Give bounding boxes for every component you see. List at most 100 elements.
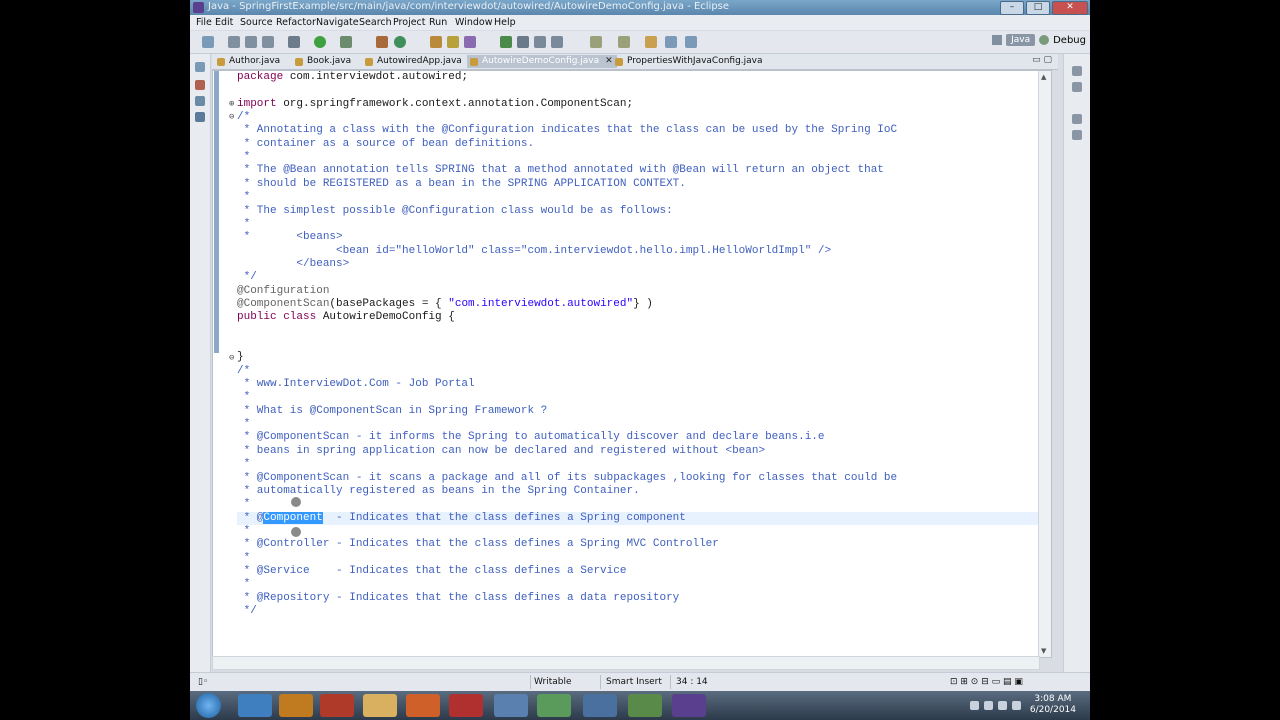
selected-text[interactable]: Component: [263, 511, 323, 524]
code-line[interactable]: [237, 84, 1047, 97]
code-line[interactable]: [237, 325, 1047, 338]
code-line[interactable]: </beans>: [237, 258, 1047, 271]
code-line[interactable]: * <beans>: [237, 231, 1047, 244]
code-line[interactable]: * @Controller - Indicates that the class…: [237, 538, 1047, 551]
code-line[interactable]: /*: [237, 111, 1047, 124]
show-whitespace-icon[interactable]: [534, 36, 546, 48]
code-line[interactable]: *: [237, 578, 1047, 591]
new-class-icon[interactable]: [394, 36, 406, 48]
tray-icon[interactable]: [984, 701, 993, 710]
code-line[interactable]: * should be REGISTERED as a bean in the …: [237, 178, 1047, 191]
outline-icon[interactable]: [1072, 82, 1082, 92]
taskbar-clock[interactable]: 3:08 AM 6/20/2014: [1030, 694, 1076, 716]
code-line[interactable]: * @Repository - Indicates that the class…: [237, 592, 1047, 605]
next-annotation-icon[interactable]: [590, 36, 602, 48]
code-line[interactable]: import org.springframework.context.annot…: [237, 98, 1047, 111]
code-line[interactable]: * @Service - Indicates that the class de…: [237, 565, 1047, 578]
open-type-icon[interactable]: [430, 36, 442, 48]
java-perspective-button[interactable]: Java: [1006, 34, 1036, 46]
code-line[interactable]: }: [237, 351, 1047, 364]
scroll-up-icon[interactable]: ▲: [1041, 73, 1046, 81]
code-line[interactable]: * container as a source of bean definiti…: [237, 138, 1047, 151]
fold-icon[interactable]: ⊖: [229, 112, 234, 122]
ie-icon[interactable]: [238, 694, 272, 717]
scroll-down-icon[interactable]: ▼: [1041, 647, 1046, 655]
code-line[interactable]: package com.interviewdot.autowired;: [237, 71, 1047, 84]
close-button[interactable]: ✕: [1052, 1, 1088, 15]
tab-book-java[interactable]: Book.java: [292, 55, 351, 68]
code-line[interactable]: *: [237, 458, 1047, 471]
debug-perspective-button[interactable]: Debug: [1053, 35, 1086, 46]
minimize-button[interactable]: –: [1000, 1, 1024, 15]
app-icon[interactable]: [494, 694, 528, 717]
save-icon[interactable]: [228, 36, 240, 48]
code-line[interactable]: *: [237, 552, 1047, 565]
package-explorer-icon[interactable]: [195, 80, 205, 90]
prev-annotation-icon[interactable]: [618, 36, 630, 48]
run-icon[interactable]: [314, 36, 326, 48]
app-icon[interactable]: [628, 694, 662, 717]
pilcrow-icon[interactable]: [551, 36, 563, 48]
code-line[interactable]: * automatically registered as beans in t…: [237, 485, 1047, 498]
print-icon[interactable]: [262, 36, 274, 48]
menu-refactor[interactable]: Refactor: [276, 17, 316, 28]
code-line[interactable]: *: [237, 151, 1047, 164]
open-task-icon[interactable]: [447, 36, 459, 48]
code-line[interactable]: * The @Bean annotation tells SPRING that…: [237, 164, 1047, 177]
menu-window[interactable]: Window: [455, 17, 492, 28]
junit-icon[interactable]: [195, 112, 205, 122]
app-icon[interactable]: [583, 694, 617, 717]
tab-author-java[interactable]: Author.java: [214, 55, 280, 68]
last-edit-icon[interactable]: [645, 36, 657, 48]
vertical-scrollbar[interactable]: ▲ ▼: [1038, 71, 1051, 657]
code-line[interactable]: *: [237, 418, 1047, 431]
horizontal-scrollbar[interactable]: [212, 656, 1040, 670]
menu-source[interactable]: Source: [240, 17, 273, 28]
search-icon[interactable]: [464, 36, 476, 48]
code-line[interactable]: /*: [237, 365, 1047, 378]
forward-icon[interactable]: [685, 36, 697, 48]
code-line[interactable]: @ComponentScan(basePackages = { "com.int…: [237, 298, 1047, 311]
problems-icon[interactable]: [1072, 114, 1082, 124]
code-line[interactable]: * @ComponentScan - it scans a package an…: [237, 472, 1047, 485]
menu-search[interactable]: Search: [359, 17, 392, 28]
toggle-block-icon[interactable]: [517, 36, 529, 48]
open-perspective-icon[interactable]: [992, 35, 1003, 45]
toggle-mark-icon[interactable]: [500, 36, 512, 48]
new-icon[interactable]: [202, 36, 214, 48]
code-line[interactable]: *: [237, 391, 1047, 404]
menu-run[interactable]: Run: [429, 17, 447, 28]
app-icon[interactable]: [537, 694, 571, 717]
code-line[interactable]: * Annotating a class with the @Configura…: [237, 124, 1047, 137]
code-line[interactable]: * What is @ComponentScan in Spring Frame…: [237, 405, 1047, 418]
menu-edit[interactable]: Edit: [215, 17, 233, 28]
menu-file[interactable]: File: [196, 17, 212, 28]
code-line[interactable]: <bean id="helloWorld" class="com.intervi…: [237, 245, 1047, 258]
tab-propertieswithjavaconfig-java[interactable]: PropertiesWithJavaConfig.java: [612, 55, 763, 68]
hierarchy-icon[interactable]: [195, 96, 205, 106]
tray-icon[interactable]: [970, 701, 979, 710]
save-all-icon[interactable]: [245, 36, 257, 48]
debug-icon[interactable]: [288, 36, 300, 48]
eclipse-taskbar-icon[interactable]: [672, 694, 706, 717]
fold-icon[interactable]: ⊕: [229, 99, 234, 109]
menu-help[interactable]: Help: [494, 17, 516, 28]
tab-autowiredemoconfig-java[interactable]: AutowireDemoConfig.java ✕: [467, 55, 617, 68]
code-line[interactable]: @Configuration: [237, 285, 1047, 298]
external-tools-icon[interactable]: [340, 36, 352, 48]
code-line[interactable]: *: [237, 525, 1047, 538]
explorer-icon[interactable]: [363, 694, 397, 717]
new-java-project-icon[interactable]: [376, 36, 388, 48]
restore-icon[interactable]: [195, 62, 205, 72]
code-line[interactable]: * www.InterviewDot.Com - Job Portal: [237, 378, 1047, 391]
code-line[interactable]: * @Component - Indicates that the class …: [237, 511, 1047, 525]
menu-project[interactable]: Project: [393, 17, 426, 28]
code-line[interactable]: * @ComponentScan - it informs the Spring…: [237, 431, 1047, 444]
code-line[interactable]: * The simplest possible @Configuration c…: [237, 205, 1047, 218]
code-line[interactable]: *: [237, 218, 1047, 231]
tray-icon[interactable]: [998, 701, 1007, 710]
minimize-editor-icon[interactable]: ▭ ▢: [1032, 55, 1052, 65]
fold-icon[interactable]: ⊖: [229, 353, 234, 363]
code-line[interactable]: public class AutowireDemoConfig {: [237, 311, 1047, 324]
code-line[interactable]: *: [237, 498, 1047, 511]
